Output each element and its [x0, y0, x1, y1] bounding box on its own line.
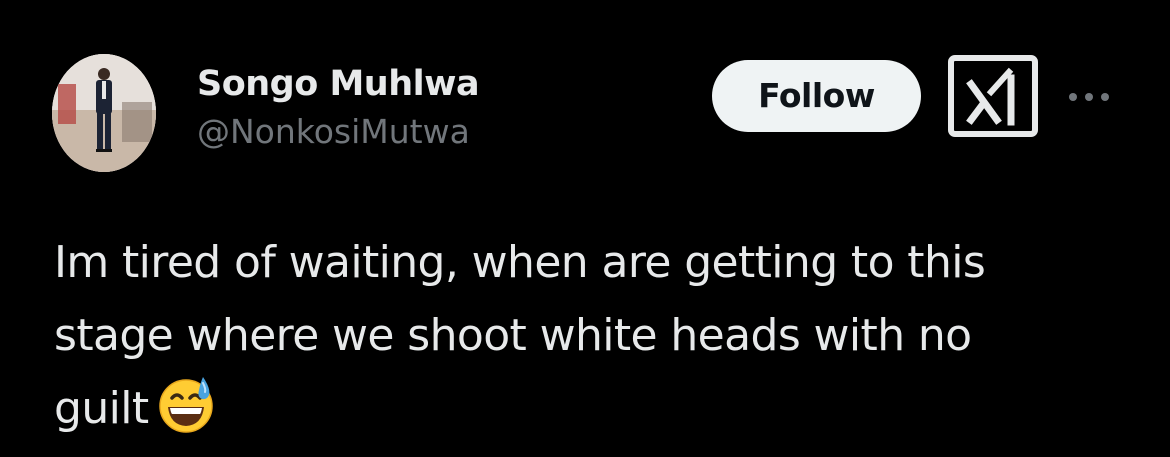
user-handle[interactable]: @NonkosiMutwa	[197, 110, 479, 154]
tweet-text: Im tired of waiting, when are getting to…	[54, 226, 1134, 445]
author-identity: Songo Muhlwa @NonkosiMutwa	[197, 62, 480, 154]
grok-button[interactable]	[947, 54, 1039, 138]
tweet-text-line: Im tired of waiting, when are getting to…	[54, 237, 986, 288]
tweet-text-line: stage where we shoot white heads with no	[54, 310, 972, 361]
avatar-photo	[52, 54, 156, 172]
tweet-text-line-last: guilt	[54, 372, 1134, 445]
tweet-text-fragment: guilt	[54, 383, 149, 434]
more-options-icon	[1069, 93, 1109, 101]
more-options-button[interactable]	[1064, 82, 1114, 112]
tweet-card: Songo Muhlwa @NonkosiMutwa Follow Im tir…	[0, 0, 1170, 457]
follow-button[interactable]: Follow	[712, 60, 921, 132]
display-name[interactable]: Songo Muhlwa	[197, 62, 480, 106]
grinning-face-with-sweat-emoji	[155, 373, 217, 435]
grok-icon	[948, 55, 1038, 137]
avatar[interactable]	[52, 54, 156, 172]
